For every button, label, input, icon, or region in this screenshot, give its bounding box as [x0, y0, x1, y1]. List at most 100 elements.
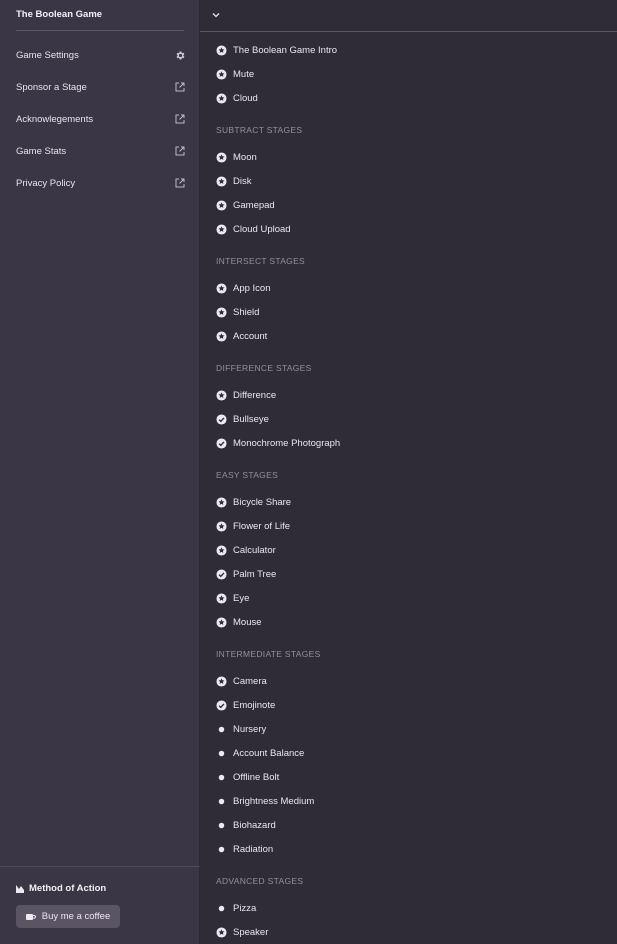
star-badge-icon: [216, 175, 227, 187]
stage-item[interactable]: Account: [216, 328, 267, 344]
check-badge-icon: [216, 568, 227, 580]
stage-item[interactable]: Radiation: [216, 841, 273, 857]
stage-item[interactable]: The Boolean Game Intro: [216, 42, 337, 58]
stage-item[interactable]: Monochrome Photograph: [216, 435, 340, 451]
star-badge-icon: [216, 926, 227, 938]
stage-item[interactable]: Shield: [216, 304, 259, 320]
dot-icon: [216, 724, 227, 735]
stage-label: Offline Bolt: [233, 771, 280, 783]
star-badge-icon: [216, 389, 227, 401]
star-badge-icon: [216, 199, 227, 211]
stage-label: Shield: [233, 306, 260, 318]
sidebar-item-label: Sponsor a Stage: [16, 81, 87, 93]
stage-item[interactable]: Gamepad: [216, 197, 275, 213]
stage-list-panel: The Boolean Game Intro Mute Cloud SUBTRACT …: [200, 0, 617, 944]
sidebar-item-sponsor-a-stage[interactable]: Sponsor a Stage: [16, 77, 186, 97]
star-badge-icon: [216, 68, 227, 80]
stage-label: Biohazard: [233, 819, 276, 831]
dot-icon: [216, 844, 227, 855]
stage-label: Palm Tree: [233, 568, 277, 580]
stage-item[interactable]: Moon: [216, 149, 257, 165]
stage-item[interactable]: Pizza: [216, 900, 256, 916]
star-badge-icon: [216, 544, 227, 556]
stage-label: Speaker: [233, 926, 269, 938]
stage-label: Disk: [233, 175, 252, 187]
footer-title[interactable]: Method of Action: [16, 883, 106, 894]
external-link-icon: [174, 81, 186, 93]
stage-item[interactable]: Difference: [216, 387, 276, 403]
stage-item[interactable]: Bullseye: [216, 411, 269, 427]
stage-item[interactable]: Offline Bolt: [216, 769, 279, 785]
star-badge-icon: [216, 330, 227, 342]
star-badge-icon: [216, 282, 227, 294]
stage-item[interactable]: Speaker: [216, 924, 268, 940]
sidebar-item-game-settings[interactable]: Game Settings: [16, 45, 186, 65]
stage-label: Cloud Upload: [233, 223, 291, 235]
star-badge-icon: [216, 306, 227, 318]
stage-item[interactable]: Cloud Upload: [216, 221, 291, 237]
stage-item[interactable]: Bicycle Share: [216, 494, 291, 510]
stage-label: Difference: [233, 389, 277, 401]
stage-label: Flower of Life: [233, 520, 291, 532]
stage-item[interactable]: Account Balance: [216, 745, 304, 761]
stage-label: Account: [233, 330, 268, 342]
stage-label: Brightness Medium: [233, 795, 315, 807]
stage-item[interactable]: Brightness Medium: [216, 793, 314, 809]
section-heading: ADVANCED STAGES: [216, 876, 304, 886]
stage-item[interactable]: Emojinote: [216, 697, 275, 713]
stage-label: Monochrome Photograph: [233, 437, 341, 449]
external-link-icon: [174, 177, 186, 189]
stage-label: Cloud: [233, 92, 258, 104]
chevron-down-icon[interactable]: [211, 10, 223, 22]
section-heading: DIFFERENCE STAGES: [216, 363, 312, 373]
section-heading: INTERSECT STAGES: [216, 256, 306, 266]
stage-item[interactable]: Calculator: [216, 542, 276, 558]
stage-item[interactable]: Camera: [216, 673, 267, 689]
stage-label: Calculator: [233, 544, 276, 556]
section-heading: SUBTRACT STAGES: [216, 125, 303, 135]
stage-label: Nursery: [233, 723, 267, 735]
stage-item[interactable]: Palm Tree: [216, 566, 276, 582]
stage-label: Radiation: [233, 843, 274, 855]
stage-item[interactable]: Mouse: [216, 614, 262, 630]
stage-label: Gamepad: [233, 199, 275, 211]
top-bar: [200, 0, 617, 32]
star-badge-icon: [216, 675, 227, 687]
external-link-icon: [174, 145, 186, 157]
stage-item[interactable]: App Icon: [216, 280, 271, 296]
stage-item[interactable]: Cloud: [216, 90, 258, 106]
stage-label: The Boolean Game Intro: [233, 44, 338, 56]
star-badge-icon: [216, 520, 227, 532]
dot-icon: [216, 903, 227, 914]
buy-me-a-coffee-button[interactable]: Buy me a coffee: [16, 905, 120, 928]
app-title: The Boolean Game: [16, 9, 184, 31]
sidebar-item-label: Game Settings: [16, 49, 79, 61]
coffee-icon: [25, 913, 36, 921]
gear-icon: [174, 49, 186, 61]
star-badge-icon: [216, 496, 227, 508]
check-badge-icon: [216, 413, 227, 425]
stage-item[interactable]: Disk: [216, 173, 251, 189]
stage-label: Bicycle Share: [233, 496, 292, 508]
stage-item[interactable]: Mute: [216, 66, 254, 82]
sidebar-item-game-stats[interactable]: Game Stats: [16, 141, 186, 161]
stage-label: App Icon: [233, 282, 271, 294]
stage-item[interactable]: Nursery: [216, 721, 266, 737]
stage-item[interactable]: Eye: [216, 590, 249, 606]
stage-label: Bullseye: [233, 413, 269, 425]
sidebar-item-privacy-policy[interactable]: Privacy Policy: [16, 173, 186, 193]
stage-item[interactable]: Biohazard: [216, 817, 276, 833]
method-of-action-logo-icon: [16, 884, 24, 893]
sidebar-item-acknowlegements[interactable]: Acknowlegements: [16, 109, 186, 129]
coffee-button-label: Buy me a coffee: [41, 911, 111, 922]
footer-title-label: Method of Action: [29, 883, 107, 894]
sidebar-item-label: Privacy Policy: [16, 177, 76, 189]
stage-label: Eye: [233, 592, 250, 604]
star-badge-icon: [216, 592, 227, 604]
star-badge-icon: [216, 223, 227, 235]
sidebar-item-label: Game Stats: [16, 145, 67, 157]
stage-item[interactable]: Flower of Life: [216, 518, 290, 534]
dot-icon: [216, 772, 227, 783]
star-badge-icon: [216, 92, 227, 104]
star-badge-icon: [216, 616, 227, 628]
